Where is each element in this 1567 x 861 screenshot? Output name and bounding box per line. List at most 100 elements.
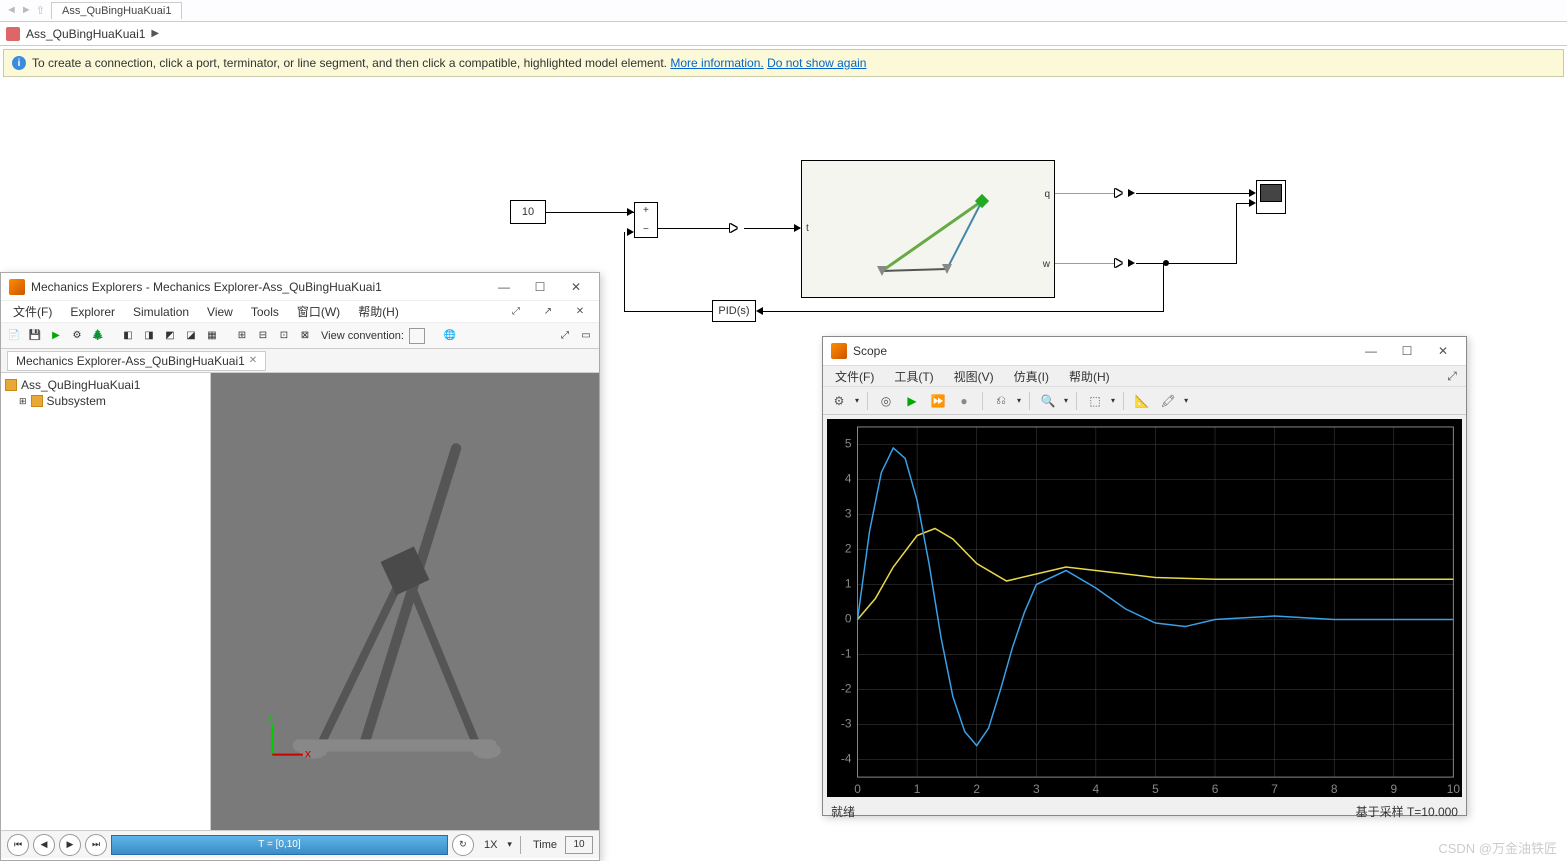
tree-root[interactable]: Ass_QuBingHuaKuai1 <box>5 377 206 393</box>
stop-button[interactable]: ● <box>954 391 974 411</box>
menu-view[interactable]: 视图(V) <box>946 366 1002 387</box>
arrow-icon <box>627 228 634 236</box>
explorer-tab[interactable]: Mechanics Explorer-Ass_QuBingHuaKuai1 ✕ <box>7 351 266 371</box>
dock-icon[interactable]: ⤢ <box>1442 366 1462 386</box>
build-icon[interactable]: ⚙ <box>68 327 86 345</box>
step-back-button[interactable]: ◀ <box>33 834 55 856</box>
layout3-icon[interactable]: ⊡ <box>275 327 293 345</box>
layout1-icon[interactable]: ⊞ <box>233 327 251 345</box>
nav-fwd-icon[interactable]: ► <box>21 4 32 17</box>
target-icon[interactable]: ◎ <box>876 391 896 411</box>
time-slider[interactable]: T = [0,10] <box>111 835 448 855</box>
close-button[interactable]: ✕ <box>561 277 591 297</box>
arrow-icon <box>1249 189 1256 197</box>
play-icon[interactable]: ▶ <box>47 327 65 345</box>
mechanics-explorer-window: Mechanics Explorers - Mechanics Explorer… <box>0 272 600 861</box>
nav-back-icon[interactable]: ◄ <box>6 4 17 17</box>
menu-file[interactable]: 文件(F) <box>827 366 882 387</box>
menu-file[interactable]: 文件(F) <box>5 301 60 322</box>
highlight-icon[interactable]: 🖍 <box>1158 391 1178 411</box>
cube-icon[interactable]: ◧ <box>119 327 137 345</box>
arrow-icon <box>794 224 801 232</box>
speed-label[interactable]: 1X <box>478 839 503 851</box>
time-value[interactable]: 10 <box>565 836 593 854</box>
scope-block[interactable] <box>1256 180 1286 214</box>
wire <box>1055 263 1115 264</box>
svg-text:x: x <box>305 747 311 761</box>
pid-block[interactable]: PID(s) <box>712 300 756 322</box>
run-button[interactable]: ▶ <box>902 391 922 411</box>
dock-icon[interactable]: ⤢ <box>501 302 531 322</box>
menu-help[interactable]: 帮助(H) <box>350 301 407 322</box>
rewind-button[interactable]: ⏮ <box>7 834 29 856</box>
3d-viewport[interactable]: x z <box>211 373 599 830</box>
tree-icon[interactable]: 🌲 <box>89 327 107 345</box>
view-convention-select[interactable] <box>409 328 425 344</box>
menu-view[interactable]: View <box>199 303 241 321</box>
layout2-icon[interactable]: ⊟ <box>254 327 272 345</box>
measure-icon[interactable]: 📐 <box>1132 391 1152 411</box>
svg-text:6: 6 <box>1212 782 1219 796</box>
menu-simulation[interactable]: Simulation <box>125 303 197 321</box>
gain-block[interactable] <box>730 224 737 232</box>
menu-help[interactable]: 帮助(H) <box>1061 366 1118 387</box>
info-icon: i <box>12 56 26 70</box>
gain-block[interactable] <box>1115 189 1122 197</box>
nav-up-icon[interactable]: ⇧ <box>36 4 45 17</box>
svg-text:1: 1 <box>914 782 921 796</box>
document-tab-bar: ◄ ► ⇧ Ass_QuBingHuaKuai1 <box>0 0 1567 22</box>
rect-icon[interactable]: ▭ <box>577 327 595 345</box>
cube2-icon[interactable]: ◨ <box>140 327 158 345</box>
chart-lines: 012345678910-4-3-2-1012345 <box>827 419 1462 797</box>
status-ready: 就绪 <box>831 803 855 820</box>
branch-icon[interactable]: ⎌ <box>991 391 1011 411</box>
tab-close-icon[interactable]: ✕ <box>249 355 257 366</box>
step-button[interactable]: ⏩ <box>928 391 948 411</box>
save-icon[interactable]: 💾 <box>26 327 44 345</box>
loop-button[interactable]: ↻ <box>452 834 474 856</box>
svg-text:2: 2 <box>845 541 852 555</box>
tree-child[interactable]: ⊞ Subsystem <box>5 393 206 409</box>
layout4-icon[interactable]: ⊠ <box>296 327 314 345</box>
sum-block[interactable]: + − <box>634 202 658 238</box>
arrow-icon <box>756 307 763 315</box>
gear-icon[interactable]: ⚙ <box>829 391 849 411</box>
more-info-link[interactable]: More information. <box>670 56 763 70</box>
menu-simulation[interactable]: 仿真(I) <box>1006 366 1057 387</box>
globe-icon[interactable]: 🌐 <box>441 327 459 345</box>
breadcrumb-root[interactable]: Ass_QuBingHuaKuai1 <box>26 27 145 41</box>
cube3-icon[interactable]: ◩ <box>161 327 179 345</box>
expand-icon[interactable]: ⤢ <box>556 327 574 345</box>
wire <box>760 311 1164 312</box>
menu-tools[interactable]: 工具(T) <box>886 366 941 387</box>
new-icon[interactable]: 📄 <box>5 327 23 345</box>
menu-tools[interactable]: Tools <box>243 303 287 321</box>
constant-block[interactable]: 10 <box>510 200 546 224</box>
speed-caret-icon[interactable]: ▾ <box>507 839 512 850</box>
step-fwd-button[interactable]: ⏭ <box>85 834 107 856</box>
menu-window[interactable]: 窗口(W) <box>289 301 348 322</box>
dismiss-link[interactable]: Do not show again <box>767 56 866 70</box>
minimize-button[interactable]: — <box>1356 341 1386 361</box>
cursor-icon[interactable]: ⬚ <box>1085 391 1105 411</box>
menu-explorer[interactable]: Explorer <box>62 303 123 321</box>
maximize-button[interactable]: ☐ <box>1392 341 1422 361</box>
window-titlebar[interactable]: Scope — ☐ ✕ <box>823 337 1466 365</box>
play-button[interactable]: ▶ <box>59 834 81 856</box>
subsystem-block[interactable]: t q w <box>801 160 1055 298</box>
arrow-icon <box>1128 259 1135 267</box>
cube4-icon[interactable]: ◪ <box>182 327 200 345</box>
document-tab[interactable]: Ass_QuBingHuaKuai1 <box>51 2 182 19</box>
window-titlebar[interactable]: Mechanics Explorers - Mechanics Explorer… <box>1 273 599 301</box>
gain-block[interactable] <box>1115 259 1122 267</box>
model-tree[interactable]: Ass_QuBingHuaKuai1 ⊞ Subsystem <box>1 373 211 830</box>
close-panel-icon[interactable]: ✕ <box>565 302 595 322</box>
zoom-icon[interactable]: 🔍 <box>1038 391 1058 411</box>
close-button[interactable]: ✕ <box>1428 341 1458 361</box>
maximize-button[interactable]: ☐ <box>525 277 555 297</box>
undock-icon[interactable]: ↗ <box>533 302 563 322</box>
scope-axes[interactable]: 012345678910-4-3-2-1012345 <box>827 419 1462 797</box>
minimize-button[interactable]: — <box>489 277 519 297</box>
cube5-icon[interactable]: ▦ <box>203 327 221 345</box>
wire <box>624 311 712 312</box>
